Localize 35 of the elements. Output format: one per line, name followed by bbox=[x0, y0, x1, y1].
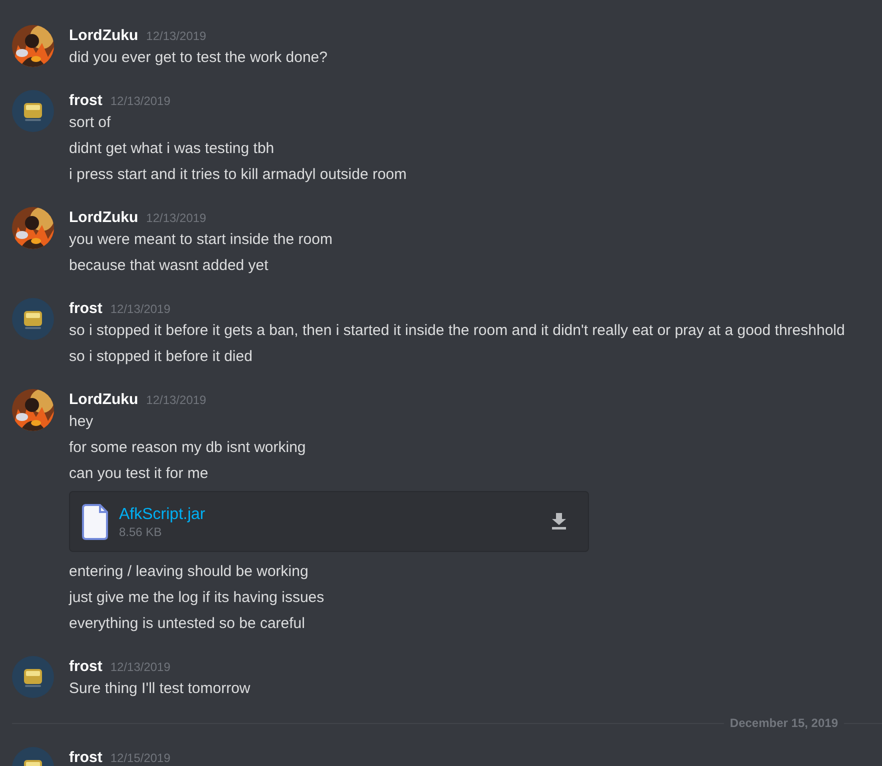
message-text: so i stopped it before it died bbox=[69, 347, 254, 367]
message-text: i press start and it tries to kill armadyl outside room bbox=[69, 165, 407, 185]
download-icon bbox=[551, 513, 567, 530]
message-text: hey bbox=[69, 412, 94, 432]
message-text: can you test it for me bbox=[69, 464, 210, 484]
message-text: entering / leaving should be working bbox=[69, 562, 310, 582]
message-text: did you ever get to test the work done? bbox=[69, 48, 328, 68]
author-name[interactable]: LordZuku bbox=[69, 25, 138, 47]
message-timestamp: 12/13/2019 bbox=[146, 210, 206, 227]
message-timestamp: 12/13/2019 bbox=[110, 301, 170, 318]
author-name[interactable]: frost bbox=[69, 298, 102, 320]
file-name-link[interactable]: AfkScript.jar bbox=[119, 504, 206, 524]
message-timestamp: 12/13/2019 bbox=[110, 659, 170, 676]
message-text: didnt get what i was testing tbh bbox=[69, 139, 276, 159]
message-text: for some reason my db isnt working bbox=[69, 438, 307, 458]
date-divider-label: December 15, 2019 bbox=[728, 715, 839, 732]
message-text: just give me the log if its having issues bbox=[69, 588, 326, 608]
download-button[interactable] bbox=[551, 513, 567, 530]
author-name[interactable]: LordZuku bbox=[69, 389, 138, 411]
message-text: you were meant to start inside the room bbox=[69, 230, 332, 250]
file-icon bbox=[82, 504, 108, 540]
message-text: so i stopped it before it gets a ban, then i started it inside the room and it didn't really eat or pray at a good threshhold bbox=[69, 321, 845, 341]
message-timestamp: 12/13/2019 bbox=[146, 392, 206, 409]
message-timestamp: 12/13/2019 bbox=[146, 28, 206, 45]
author-name[interactable]: frost bbox=[69, 747, 102, 766]
author-name[interactable]: frost bbox=[69, 656, 102, 678]
message-text: sort of bbox=[69, 113, 112, 133]
message-timestamp: 12/13/2019 bbox=[110, 93, 170, 110]
author-name[interactable]: frost bbox=[69, 90, 102, 112]
file-size: 8.56 KB bbox=[119, 524, 163, 538]
message-text: everything is untested so be careful bbox=[69, 614, 306, 634]
author-name[interactable]: LordZuku bbox=[69, 207, 138, 229]
message-text: Sure thing I'll test tomorrow bbox=[69, 679, 250, 699]
message-text: because that wasnt added yet bbox=[69, 256, 270, 276]
message-timestamp: 12/15/2019 bbox=[110, 750, 170, 766]
